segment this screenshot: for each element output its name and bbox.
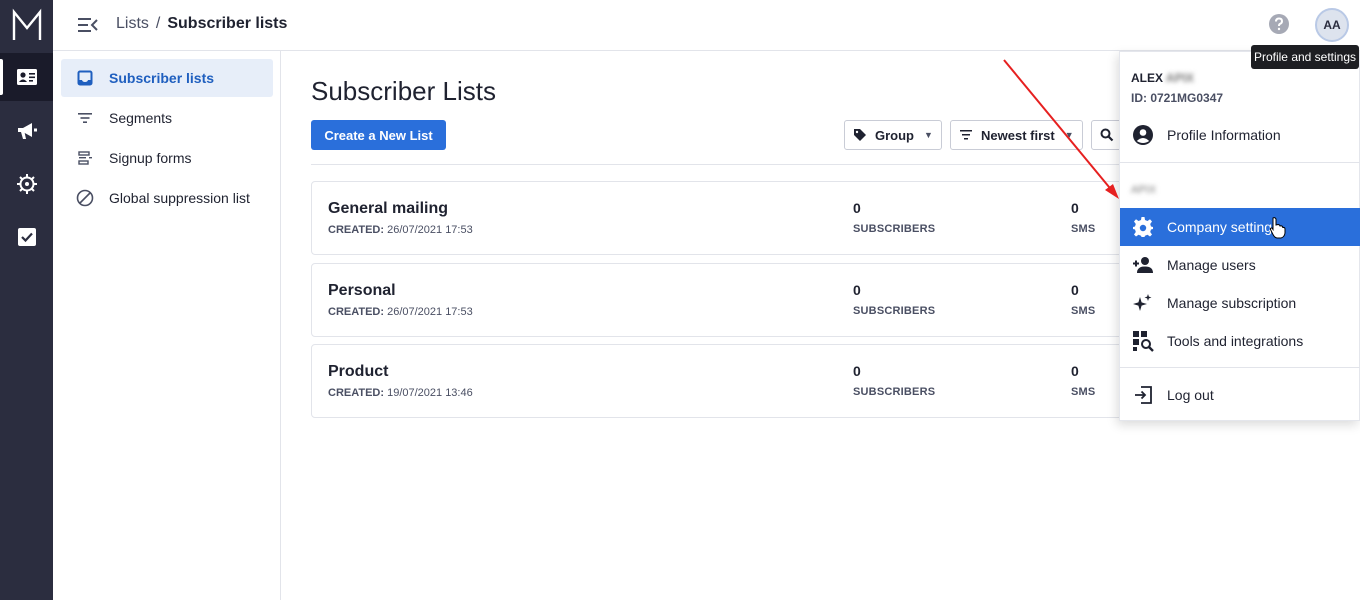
sms-label: SMS bbox=[1071, 223, 1096, 235]
breadcrumb-current: Subscriber lists bbox=[167, 15, 288, 32]
caret-down-icon: ▼ bbox=[1064, 130, 1074, 140]
group-filter-label: Group bbox=[875, 127, 914, 143]
list-created: CREATED: 26/07/2021 17:53 bbox=[328, 224, 473, 236]
subnav-item-label: Global suppression list bbox=[109, 190, 250, 206]
block-icon bbox=[75, 188, 95, 208]
sms-count: 0 bbox=[1071, 363, 1079, 379]
gear-icon bbox=[1131, 215, 1155, 239]
caret-down-icon: ▼ bbox=[924, 130, 933, 140]
search-icon bbox=[1100, 128, 1114, 142]
subscribers-label: SUBSCRIBERS bbox=[853, 305, 936, 317]
integrations-icon bbox=[1131, 329, 1155, 353]
subnav-item-label: Subscriber lists bbox=[109, 70, 215, 86]
help-button[interactable] bbox=[1268, 13, 1290, 35]
breadcrumb: Lists / Subscriber lists bbox=[116, 15, 287, 33]
subscribers-label: SUBSCRIBERS bbox=[853, 386, 936, 398]
sparkle-icon bbox=[1131, 291, 1155, 315]
breadcrumb-separator: / bbox=[155, 15, 161, 32]
rail-item-campaigns[interactable] bbox=[0, 107, 53, 155]
logout-icon bbox=[1131, 383, 1155, 407]
subnav-item-label: Segments bbox=[109, 110, 173, 126]
sms-count: 0 bbox=[1071, 282, 1079, 298]
subscribers-count: 0 bbox=[853, 363, 861, 379]
profile-information-item[interactable]: Profile Information bbox=[1120, 116, 1360, 154]
subscribers-label: SUBSCRIBERS bbox=[853, 223, 936, 235]
subnav-item-subscriber-lists[interactable]: Subscriber lists bbox=[61, 59, 273, 97]
sort-label: Newest first bbox=[981, 127, 1055, 143]
sms-label: SMS bbox=[1071, 305, 1096, 317]
sort-icon bbox=[960, 130, 972, 140]
list-name[interactable]: Product bbox=[328, 363, 388, 381]
lists-subnav: Subscriber lists Segments Signup forms G… bbox=[53, 51, 281, 600]
subscribers-count: 0 bbox=[853, 282, 861, 298]
subscribers-count: 0 bbox=[853, 200, 861, 216]
list-name[interactable]: General mailing bbox=[328, 200, 448, 218]
add-user-icon bbox=[1131, 253, 1155, 277]
sms-label: SMS bbox=[1071, 386, 1096, 398]
user-name: ALEX APIX bbox=[1131, 71, 1194, 85]
subnav-item-signup-forms[interactable]: Signup forms bbox=[61, 139, 273, 177]
form-icon bbox=[75, 148, 95, 168]
automation-icon bbox=[16, 174, 37, 194]
company-settings-item[interactable]: Company settings bbox=[1120, 208, 1360, 246]
avatar-tooltip: Profile and settings bbox=[1251, 45, 1359, 69]
subnav-item-global-suppression[interactable]: Global suppression list bbox=[61, 179, 273, 217]
rail-item-automation[interactable] bbox=[0, 160, 53, 208]
menu-divider bbox=[1120, 162, 1360, 163]
account-circle-icon bbox=[1131, 123, 1155, 147]
tag-icon bbox=[854, 129, 866, 141]
contacts-icon bbox=[16, 69, 37, 85]
subnav-item-label: Signup forms bbox=[109, 150, 192, 166]
create-list-button[interactable]: Create a New List bbox=[311, 120, 446, 150]
sort-dropdown[interactable]: Newest first ▼ bbox=[950, 120, 1083, 150]
company-name-redacted: APIX bbox=[1131, 184, 1157, 196]
avatar[interactable]: AA bbox=[1315, 8, 1349, 42]
tools-integrations-item[interactable]: Tools and integrations bbox=[1120, 322, 1360, 360]
group-filter-dropdown[interactable]: Group ▼ bbox=[844, 120, 942, 150]
sms-count: 0 bbox=[1071, 200, 1079, 216]
user-id: ID: 0721MG0347 bbox=[1131, 91, 1224, 105]
log-out-item[interactable]: Log out bbox=[1120, 376, 1360, 414]
inbox-icon bbox=[75, 68, 95, 88]
page-title: Subscriber Lists bbox=[311, 76, 496, 106]
filter-icon bbox=[75, 108, 95, 128]
menu-divider bbox=[1120, 367, 1360, 368]
list-name[interactable]: Personal bbox=[328, 282, 396, 300]
logo-icon bbox=[12, 8, 41, 40]
user-surname-redacted: APIX bbox=[1165, 71, 1194, 85]
help-icon bbox=[1269, 14, 1289, 34]
list-created: CREATED: 26/07/2021 17:53 bbox=[328, 306, 473, 318]
rail-item-tasks[interactable] bbox=[0, 213, 53, 261]
breadcrumb-lists-link[interactable]: Lists bbox=[116, 15, 149, 33]
collapse-menu-button[interactable] bbox=[77, 15, 99, 35]
brand-logo[interactable] bbox=[0, 0, 53, 50]
app-rail bbox=[0, 0, 53, 600]
manage-subscription-item[interactable]: Manage subscription bbox=[1120, 284, 1360, 322]
profile-dropdown-menu: ALEX APIX ID: 0721MG0347 Profile Informa… bbox=[1119, 51, 1360, 421]
top-bar: Lists / Subscriber lists AA bbox=[53, 0, 1360, 51]
checkbox-icon bbox=[17, 228, 36, 246]
rail-item-contacts[interactable] bbox=[0, 53, 53, 101]
list-created: CREATED: 19/07/2021 13:46 bbox=[328, 387, 473, 399]
megaphone-icon bbox=[17, 123, 37, 139]
manage-users-item[interactable]: Manage users bbox=[1120, 246, 1360, 284]
menu-collapse-icon bbox=[78, 18, 98, 32]
subnav-item-segments[interactable]: Segments bbox=[61, 99, 273, 137]
